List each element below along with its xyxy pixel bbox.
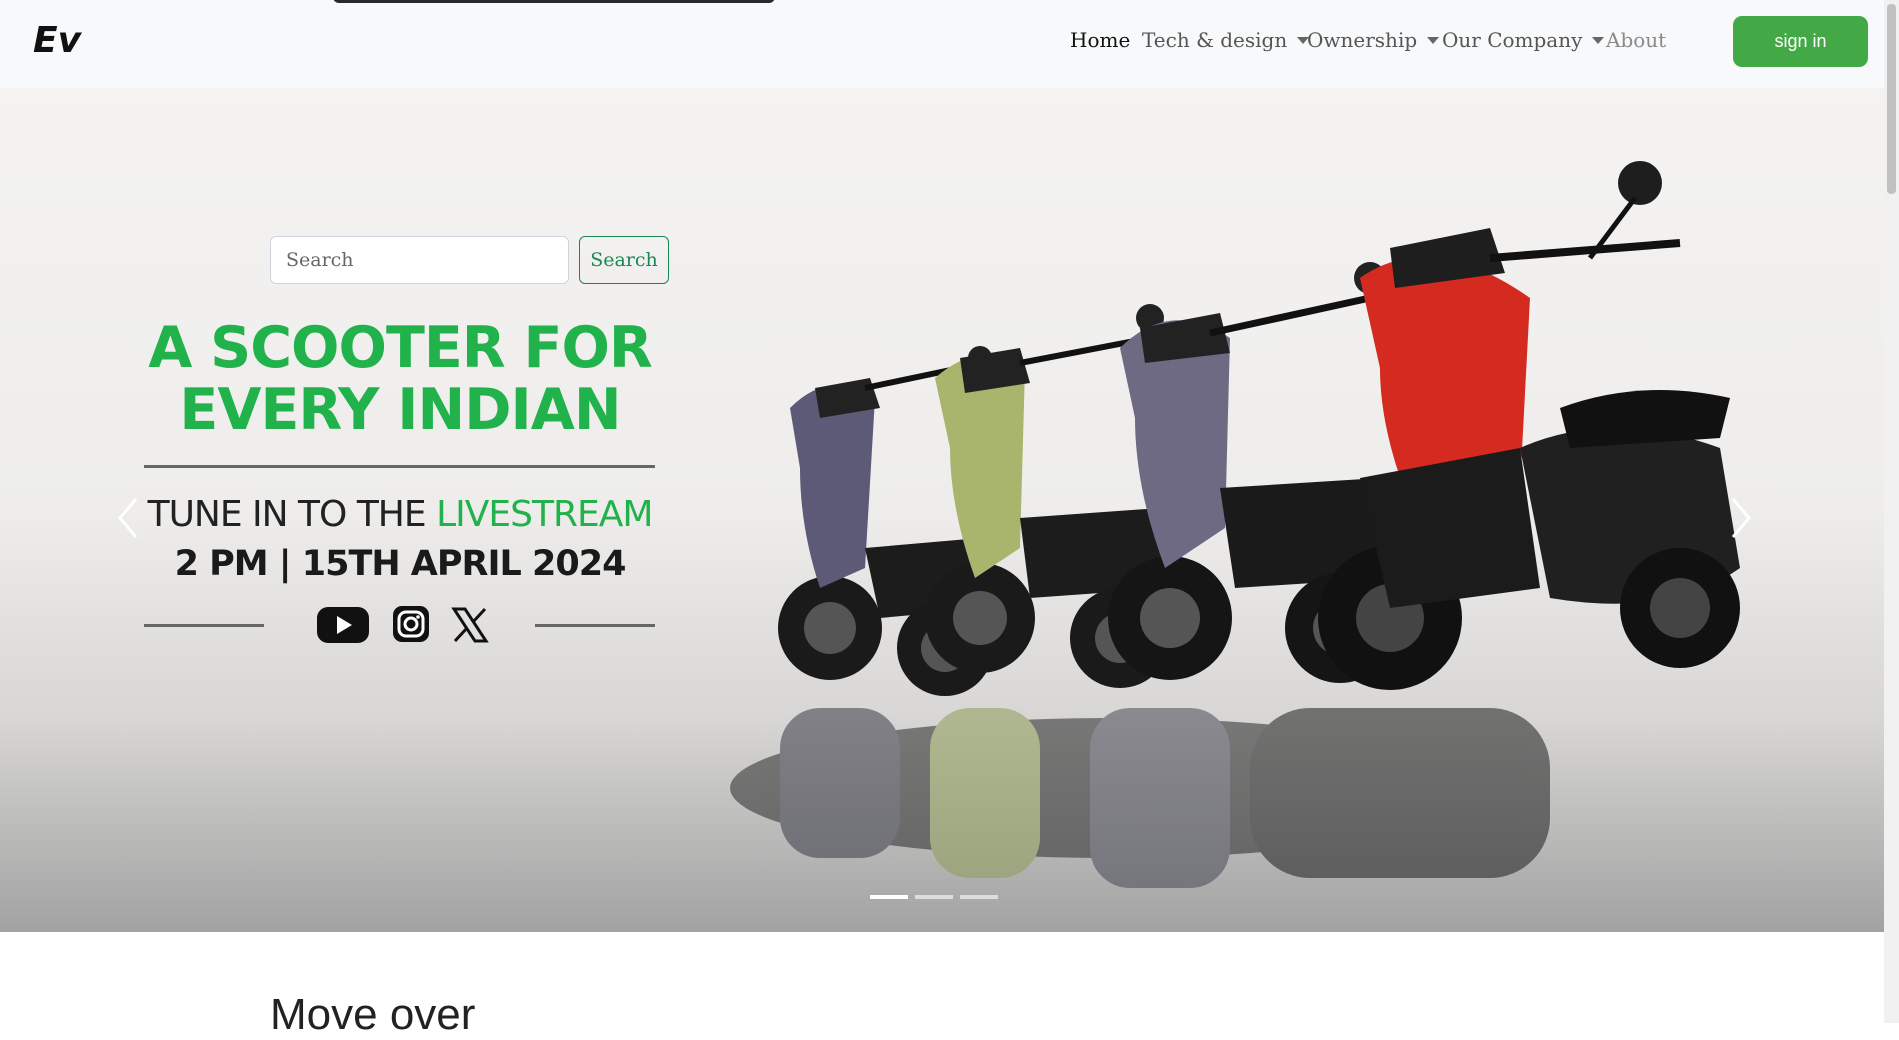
sign-in-button[interactable]: sign in bbox=[1733, 16, 1868, 67]
nav-home[interactable]: Home bbox=[1070, 28, 1130, 52]
brand-logo[interactable]: Ev bbox=[33, 20, 81, 61]
tune-prefix: TUNE IN TO THE bbox=[147, 494, 437, 535]
instagram-icon[interactable] bbox=[392, 605, 430, 643]
nav-about-label: About bbox=[1606, 28, 1667, 52]
search-input[interactable] bbox=[270, 236, 569, 284]
section-title: Move over bbox=[270, 990, 476, 1039]
divider-line-right bbox=[535, 624, 655, 627]
chevron-down-icon bbox=[1427, 36, 1440, 44]
x-icon[interactable] bbox=[451, 606, 489, 644]
search-button[interactable]: Search bbox=[579, 236, 669, 284]
carousel-next-button[interactable] bbox=[1730, 496, 1752, 540]
scrollbar-thumb[interactable] bbox=[1887, 4, 1896, 194]
hero-headline-line1: A SCOOTER FOR bbox=[148, 315, 653, 381]
hero-headline-line2: EVERY INDIAN bbox=[179, 377, 621, 443]
nav-home-label: Home bbox=[1070, 28, 1131, 52]
youtube-icon[interactable] bbox=[316, 605, 370, 645]
carousel-indicator-3[interactable] bbox=[960, 895, 998, 899]
carousel-indicator-2[interactable] bbox=[915, 895, 953, 899]
top-dark-strip bbox=[333, 0, 775, 3]
chevron-down-icon bbox=[1592, 36, 1605, 44]
carousel-indicator-1[interactable] bbox=[870, 895, 908, 899]
hero-carousel: Search A SCOOTER FOR EVERY INDIAN TUNE I… bbox=[0, 88, 1884, 932]
divider-line bbox=[144, 465, 655, 468]
tune-highlight: LIVESTREAM bbox=[436, 494, 653, 535]
nav-our-company-label: Our Company bbox=[1442, 28, 1583, 52]
scooters-image bbox=[690, 148, 1770, 928]
hero-tune-in: TUNE IN TO THE LIVESTREAM bbox=[100, 494, 700, 535]
divider-line-left bbox=[144, 624, 264, 627]
nav-ownership-label: Ownership bbox=[1307, 28, 1418, 52]
nav-tech-design[interactable]: Tech & design bbox=[1142, 28, 1310, 52]
carousel-prev-button[interactable] bbox=[117, 496, 139, 540]
hero-date: 2 PM | 15TH APRIL 2024 bbox=[174, 544, 627, 584]
navbar: Ev Home Tech & design Ownership Our Comp… bbox=[0, 0, 1884, 88]
nav-our-company[interactable]: Our Company bbox=[1442, 28, 1605, 52]
nav-about[interactable]: About bbox=[1606, 28, 1666, 52]
nav-ownership[interactable]: Ownership bbox=[1307, 28, 1440, 52]
nav-tech-design-label: Tech & design bbox=[1142, 28, 1288, 52]
